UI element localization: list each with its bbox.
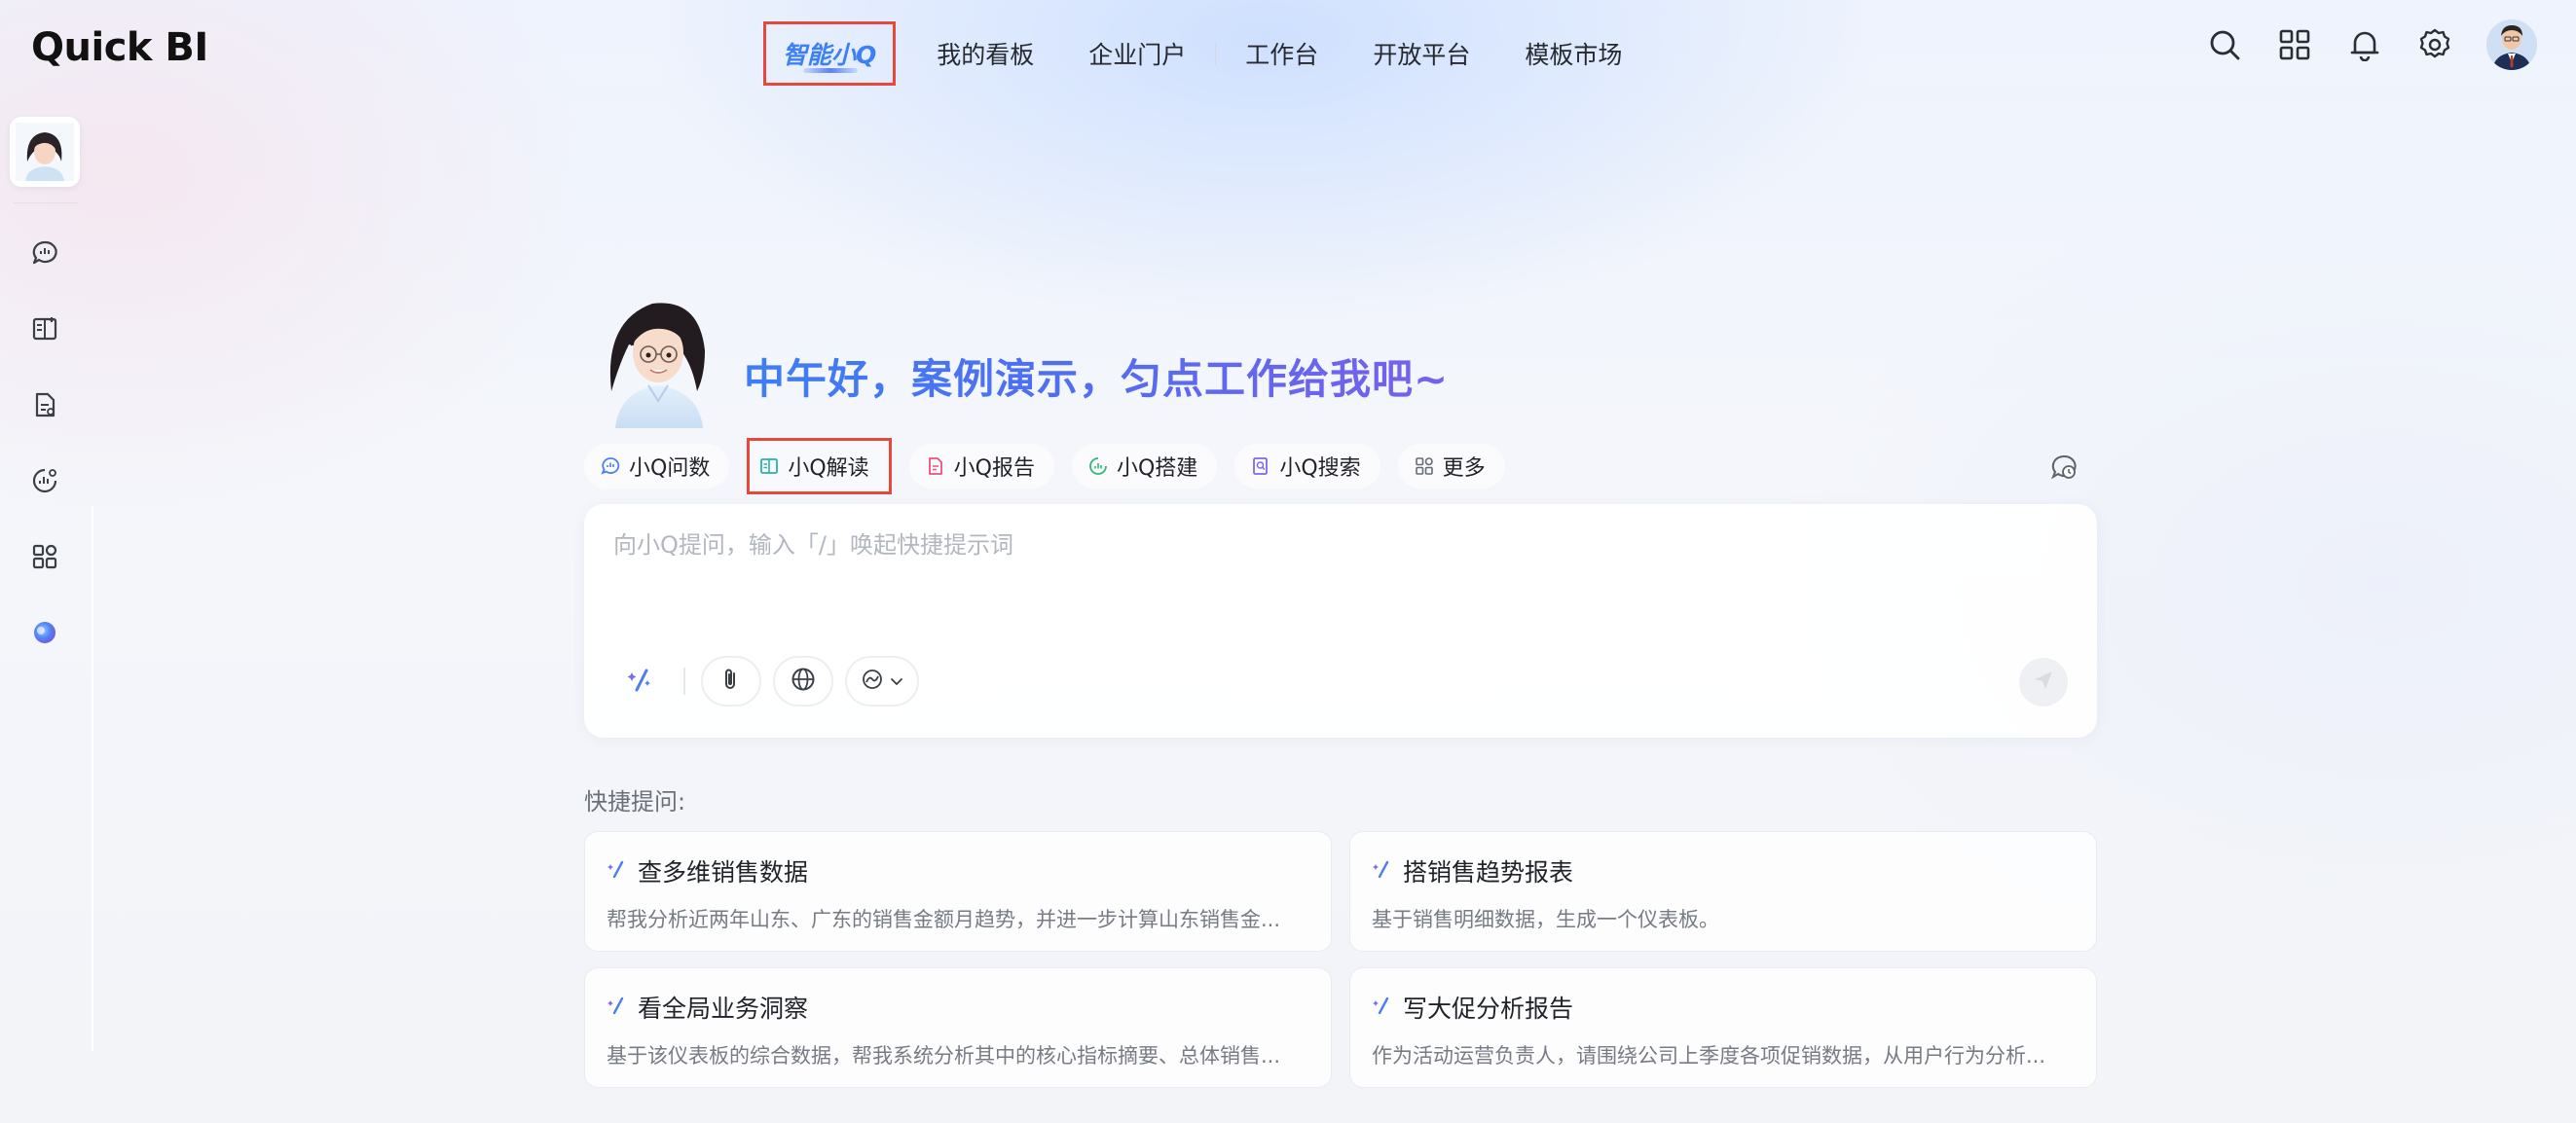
more-grid-icon (1414, 455, 1435, 477)
sidebar-edge-line (92, 506, 93, 1051)
magic-wand-icon (1372, 994, 1393, 1022)
paperclip-icon (719, 667, 743, 696)
build-icon (1087, 455, 1109, 477)
chat-data-icon (600, 455, 621, 477)
chat-data-icon[interactable] (27, 235, 62, 271)
nav-item-label: 工作台 (1245, 41, 1319, 69)
send-button[interactable] (2019, 658, 2068, 706)
chip-label: 小Q搜索 (1279, 456, 1361, 481)
nav-item-label: 智能小Q (783, 41, 877, 69)
nav-item-smart-q[interactable]: 智能小Q (763, 21, 897, 86)
nav-item-label: 企业门户 (1088, 41, 1187, 69)
chevron-down-icon (890, 672, 903, 691)
header-actions (2206, 19, 2537, 70)
history-clock-icon[interactable] (2048, 452, 2079, 483)
prompt-title: 看全局业务洞察 (638, 995, 809, 1023)
top-header: Quick BI 智能小Q 我的看板 企业门户 工作台 开放平台 模板市场 (0, 0, 2576, 97)
main-nav: 智能小Q 我的看板 企业门户 工作台 开放平台 模板市场 (763, 21, 1649, 86)
gear-icon[interactable] (2416, 26, 2453, 63)
nav-divider (1215, 42, 1217, 65)
search-icon[interactable] (2206, 26, 2243, 63)
chip-ask-data[interactable]: 小Q问数 (584, 444, 730, 489)
active-underline (803, 68, 858, 73)
search-doc-icon (1250, 455, 1271, 477)
interpret-icon (758, 455, 780, 477)
quick-prompts-label: 快捷提问: (584, 788, 686, 815)
sidebar-separator (14, 202, 78, 203)
bell-icon[interactable] (2346, 26, 2383, 63)
prompt-title-row: 搭销售趋势报表 (1372, 853, 1573, 888)
toolbar-divider (683, 668, 685, 695)
send-icon (2033, 670, 2054, 695)
prompt-title: 写大促分析报告 (1403, 995, 1574, 1023)
question-input-card (584, 504, 2097, 738)
chip-label: 小Q报告 (953, 456, 1035, 481)
prompt-title: 搭销售趋势报表 (1403, 858, 1574, 887)
report-icon[interactable] (27, 387, 62, 422)
chip-search[interactable]: 小Q搜索 (1234, 444, 1380, 489)
model-select-button[interactable] (845, 656, 919, 706)
assistant-avatar[interactable] (10, 117, 80, 187)
globe-icon (791, 667, 816, 696)
attach-button[interactable] (701, 656, 761, 706)
skill-chip-row: 小Q问数 小Q解读 小Q报告 小Q搭建 小Q搜索 更多 (584, 438, 1505, 494)
prompt-description: 基于该仪表板的综合数据，帮我系统分析其中的核心指标摘要、总体销售... (607, 1044, 1281, 1068)
report-icon (925, 455, 946, 477)
web-search-button[interactable] (773, 656, 833, 706)
assistant-illustration (590, 282, 736, 428)
chip-build[interactable]: 小Q搭建 (1071, 444, 1218, 489)
nav-item-label: 模板市场 (1525, 41, 1623, 69)
more-grid-icon[interactable] (27, 539, 62, 574)
nav-item-open-platform[interactable]: 开放平台 (1345, 21, 1497, 86)
prompt-title-row: 看全局业务洞察 (607, 990, 808, 1025)
prompt-description: 帮我分析近两年山东、广东的销售金额月趋势，并进一步计算山东销售金... (607, 908, 1281, 931)
input-toolbar (613, 656, 919, 706)
nav-item-enterprise-portal[interactable]: 企业门户 (1061, 21, 1213, 86)
magic-wand-icon (626, 665, 655, 698)
magic-wand-icon (1372, 857, 1393, 886)
interpret-icon[interactable] (27, 311, 62, 346)
question-input[interactable] (613, 525, 2054, 564)
nav-item-label: 开放平台 (1373, 41, 1471, 69)
nav-item-workbench[interactable]: 工作台 (1218, 21, 1345, 86)
chip-label: 小Q搭建 (1116, 456, 1198, 481)
prompt-title-row: 查多维销售数据 (607, 853, 808, 888)
chip-more[interactable]: 更多 (1397, 444, 1505, 489)
chip-interpret[interactable]: 小Q解读 (747, 438, 892, 494)
build-icon[interactable] (27, 463, 62, 498)
magic-wand-icon (607, 994, 628, 1022)
prompt-description: 基于销售明细数据，生成一个仪表板。 (1372, 908, 1719, 931)
greeting-title: 中午好，案例演示，匀点工作给我吧~ (744, 346, 1449, 406)
nav-item-label: 我的看板 (937, 41, 1035, 69)
orb-icon[interactable] (27, 615, 62, 650)
magic-prompt-button[interactable] (613, 656, 668, 706)
quick-bi-logo[interactable]: Quick BI (31, 25, 208, 70)
chip-report[interactable]: 小Q报告 (908, 444, 1054, 489)
prompt-card-multi-dim-sales[interactable]: 查多维销售数据 帮我分析近两年山东、广东的销售金额月趋势，并进一步计算山东销售金… (584, 831, 1332, 952)
prompt-card-business-insight[interactable]: 看全局业务洞察 基于该仪表板的综合数据，帮我系统分析其中的核心指标摘要、总体销售… (584, 967, 1332, 1088)
left-sidebar (0, 97, 93, 1123)
prompt-card-sales-trend-report[interactable]: 搭销售趋势报表 基于销售明细数据，生成一个仪表板。 (1349, 831, 2097, 952)
nav-item-template-market[interactable]: 模板市场 (1497, 21, 1649, 86)
chip-label: 小Q问数 (629, 456, 711, 481)
chip-label: 更多 (1442, 456, 1486, 481)
prompt-title: 查多维销售数据 (638, 858, 809, 887)
prompt-title-row: 写大促分析报告 (1372, 990, 1573, 1025)
user-avatar[interactable] (2486, 19, 2537, 70)
model-icon (861, 668, 884, 695)
prompt-description: 作为活动运营负责人，请围绕公司上季度各项促销数据，从用户行为分析... (1372, 1044, 2046, 1068)
magic-wand-icon (607, 857, 628, 886)
nav-item-my-dashboards[interactable]: 我的看板 (909, 21, 1061, 86)
prompt-card-promo-report[interactable]: 写大促分析报告 作为活动运营负责人，请围绕公司上季度各项促销数据，从用户行为分析… (1349, 967, 2097, 1088)
chip-label: 小Q解读 (788, 456, 869, 481)
apps-grid-icon[interactable] (2276, 26, 2313, 63)
